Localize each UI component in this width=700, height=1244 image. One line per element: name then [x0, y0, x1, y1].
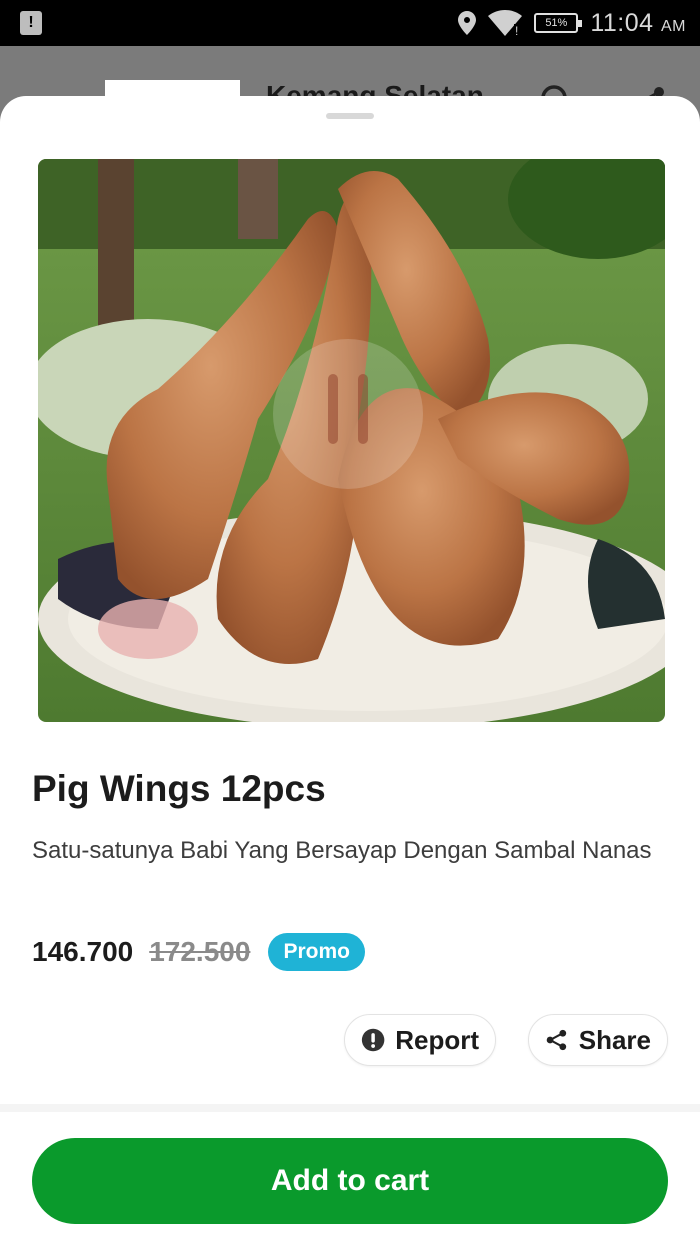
report-label: Report — [395, 1024, 479, 1055]
battery-indicator: 51% — [534, 13, 583, 33]
drag-handle[interactable] — [326, 113, 374, 119]
share-icon — [546, 1029, 567, 1051]
svg-text:!: ! — [515, 24, 518, 36]
notification-icon: ! — [20, 11, 42, 35]
share-button[interactable]: Share — [528, 1014, 668, 1066]
location-icon — [458, 11, 477, 35]
product-name: Pig Wings 12pcs — [32, 768, 326, 809]
clock: 11:04 AM — [590, 9, 686, 38]
product-photo — [38, 159, 665, 722]
alert-icon — [361, 1028, 385, 1052]
product-detail-sheet: Pig Wings 12pcs Satu-satunya Babi Yang B… — [0, 96, 700, 1244]
share-label: Share — [578, 1024, 651, 1055]
price-row: 146.700 172.500 Promo — [32, 932, 365, 972]
divider — [0, 1104, 700, 1112]
promo-badge: Promo — [268, 933, 365, 971]
status-indicators: ! 51% 11:04 AM — [458, 0, 686, 46]
clock-time: 11:04 — [590, 8, 654, 37]
clock-ampm: AM — [661, 17, 686, 35]
status-bar: ! ! 51% 11:04 AM — [0, 0, 700, 46]
original-price: 172.500 — [149, 936, 251, 967]
add-to-cart-button[interactable]: Add to cart — [32, 1138, 668, 1224]
report-button[interactable]: Report — [344, 1014, 496, 1066]
product-description: Satu-satunya Babi Yang Bersayap Dengan S… — [32, 837, 652, 864]
current-price: 146.700 — [32, 936, 134, 967]
wifi-icon: ! — [488, 10, 523, 36]
